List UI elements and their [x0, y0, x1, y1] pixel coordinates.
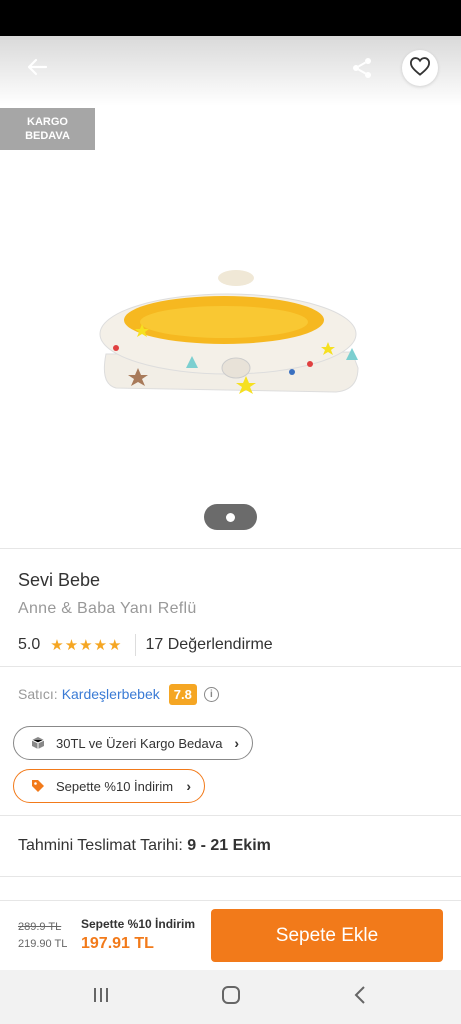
divider [0, 548, 461, 549]
product-image-area[interactable]: KARGO BEDAVA [0, 36, 461, 548]
chevron-right-icon: › [234, 735, 239, 751]
cargo-promo-label: 30TL ve Üzeri Kargo Bedava [56, 735, 223, 751]
home-icon [221, 985, 241, 1010]
purchase-bar: 289.9 TL 219.90 TL Sepette %10 İndirim 1… [0, 900, 461, 970]
free-shipping-badge: KARGO BEDAVA [0, 108, 95, 150]
seller-link[interactable]: Kardeşlerbebek [62, 686, 160, 702]
rating-row[interactable]: 5.0 ★★★★★ 17 Değerlendirme [18, 634, 273, 656]
old-price: 289.9 TL [18, 921, 62, 933]
status-bar [0, 0, 461, 36]
divider [0, 876, 461, 877]
arrow-left-icon [26, 56, 48, 83]
image-pager[interactable] [204, 504, 257, 530]
recent-apps-icon [91, 986, 111, 1009]
tag-icon [30, 778, 46, 794]
final-price: 197.91 TL [81, 935, 154, 952]
seller-row: Satıcı: Kardeşlerbebek 7.8 i [18, 682, 219, 706]
cargo-promo-button[interactable]: 30TL ve Üzeri Kargo Bedava › [13, 726, 253, 760]
heart-icon [409, 56, 431, 81]
rating-score: 5.0 [18, 636, 41, 653]
divider [0, 815, 461, 816]
share-button[interactable] [344, 52, 380, 88]
rating-stars: ★★★★★ [50, 637, 123, 654]
add-to-cart-button[interactable]: Sepete Ekle [211, 909, 443, 962]
badge-line1: KARGO [27, 116, 68, 128]
info-icon[interactable]: i [203, 686, 219, 702]
delivery-label: Tahmini Teslimat Tarihi: [18, 837, 183, 854]
review-count-link[interactable]: 17 Değerlendirme [146, 636, 273, 654]
seller-label: Satıcı: [18, 686, 58, 702]
badge-line2: BEDAVA [25, 130, 70, 142]
back-button[interactable] [20, 52, 54, 86]
campaign-label: Sepette %10 İndirim [81, 917, 196, 931]
discount-promo-label: Sepette %10 İndirim [56, 778, 174, 794]
nav-back-button[interactable] [348, 985, 372, 1009]
system-nav-bar [0, 970, 461, 1024]
box-icon [30, 735, 46, 751]
chevron-left-icon [353, 985, 367, 1010]
home-button[interactable] [219, 985, 243, 1009]
chevron-right-icon: › [186, 778, 191, 794]
rating-separator [134, 634, 136, 656]
recent-apps-button[interactable] [89, 985, 113, 1009]
product-name: Anne & Baba Yanı Reflü [18, 600, 197, 617]
pager-dot [226, 512, 235, 522]
delivery-range: 9 - 21 Ekim [187, 837, 271, 854]
delivery-estimate: Tahmini Teslimat Tarihi: 9 - 21 Ekim [18, 837, 271, 855]
discount-promo-button[interactable]: Sepette %10 İndirim › [13, 769, 205, 803]
brand-name[interactable]: Sevi Bebe [18, 570, 100, 591]
header-gradient [0, 36, 461, 106]
favorite-button[interactable] [402, 50, 438, 86]
divider [0, 666, 461, 667]
seller-score-badge: 7.8 [168, 683, 197, 705]
product-image [96, 264, 368, 400]
share-icon [350, 56, 374, 85]
sale-price: 219.90 TL [18, 938, 68, 950]
